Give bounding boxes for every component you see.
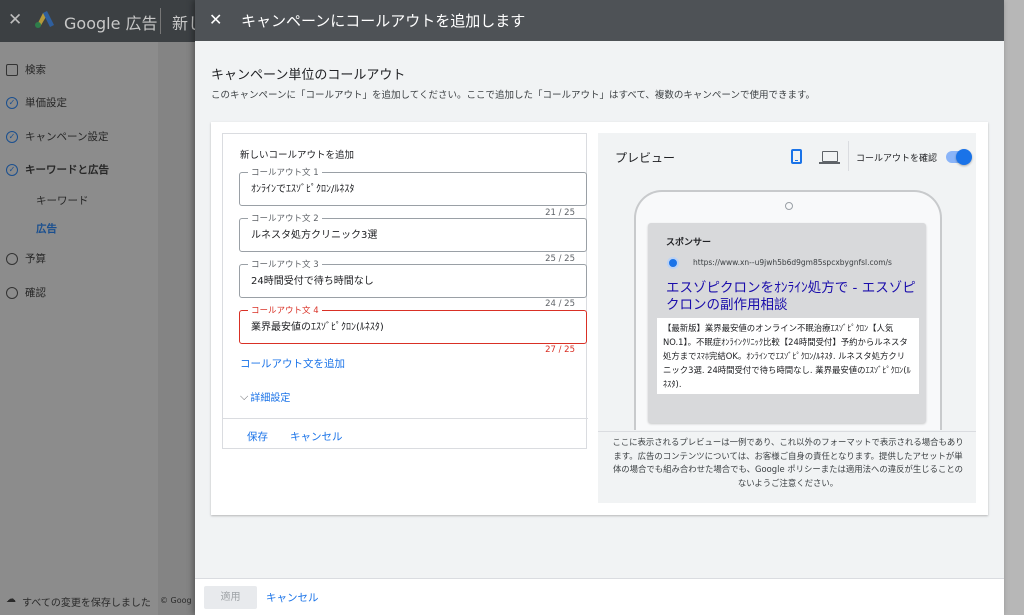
empty-circle-icon [6, 286, 18, 299]
preview-disclaimer: ここに表示されるプレビューは一例であり、これ以外のフォーマットで表示される場合も… [598, 431, 976, 503]
globe-icon [667, 257, 679, 269]
toggle-knob [956, 149, 972, 165]
preview-toolbar-divider [848, 141, 849, 171]
bg-copyright: © Goog [160, 596, 192, 605]
dialog-footer: 適用 キャンセル [195, 578, 1004, 615]
bg-sidebar-item-budget[interactable]: 予算 [6, 251, 46, 266]
check-circle-icon: ✓ [6, 163, 18, 176]
bg-title-divider [160, 8, 161, 34]
check-circle-icon: ✓ [6, 96, 18, 109]
advanced-settings-toggle[interactable]: ⌵ 詳細設定 [240, 389, 291, 405]
callout-field-4[interactable]: コールアウト文 4 [239, 304, 587, 344]
bg-sidebar-item-review[interactable]: 確認 [6, 285, 46, 300]
google-ads-logo-icon [35, 11, 54, 28]
callout-toggle-label: コールアウトを確認 [856, 154, 938, 164]
desktop-device-icon[interactable] [819, 151, 840, 164]
cancel-button[interactable]: キャンセル [290, 429, 343, 444]
empty-circle-icon [6, 252, 18, 265]
close-icon[interactable]: ✕ [209, 10, 222, 29]
phone-frame: スポンサー https://www.xn--u9jwh5b6d9gm85spcx… [634, 190, 942, 430]
bg-app-title: Google 広告 [64, 14, 158, 33]
bg-sidebar-item-bidding[interactable]: ✓ 単価設定 [6, 95, 67, 110]
preview-title: プレビュー [615, 151, 676, 165]
bg-sidebar-item-search[interactable]: 検索 [6, 62, 46, 77]
preview-panel: プレビュー コールアウトを確認 スポンサー https://www.xn--u9… [598, 133, 976, 503]
chevron-down-icon: ⌵ [240, 389, 249, 403]
bg-sidebar-item-ads[interactable]: 広告 [36, 221, 57, 236]
callout-field-4-label: コールアウト文 4 [248, 304, 322, 316]
bg-sidebar-item-campaign-settings[interactable]: ✓ キャンペーン設定 [6, 129, 108, 144]
callout-toggle[interactable] [946, 149, 972, 165]
callout-counter-4: 27 / 25 [545, 345, 575, 355]
bg-save-status: すべての変更を保存しました [22, 598, 151, 609]
bg-sidebar: 検索 ✓ 単価設定 ✓ キャンペーン設定 ✓ キーワードと広告 キーワード 広告… [0, 42, 158, 615]
section-description: このキャンペーンに「コールアウト」を追加してください。ここで追加した「コールアウ… [211, 90, 816, 101]
callout-card: 新しいコールアウトを追加 コールアウト文 1 21 / 25 コールアウト文 2… [211, 122, 988, 515]
bg-footer: ☁ すべての変更を保存しました © Goog [0, 588, 200, 615]
save-button[interactable]: 保存 [247, 429, 268, 444]
bg-sidebar-item-keywords-ads[interactable]: ✓ キーワードと広告 [6, 162, 109, 177]
dialog-cancel-button[interactable]: キャンセル [266, 590, 319, 605]
callout-field-1-label: コールアウト文 1 [248, 166, 322, 178]
callout-counter-1: 21 / 25 [545, 208, 575, 218]
dialog-title: キャンペーンにコールアウトを追加します [241, 12, 526, 30]
bg-scroll-edge [1004, 0, 1024, 615]
callout-field-2-label: コールアウト文 2 [248, 212, 322, 224]
section-title: キャンペーン単位のコールアウト [211, 68, 406, 83]
callout-field-3[interactable]: コールアウト文 3 [239, 258, 587, 298]
check-circle-icon: ✓ [6, 130, 18, 143]
search-square-icon [6, 63, 18, 76]
callout-field-3-label: コールアウト文 3 [248, 258, 322, 270]
dialog-header: ✕ キャンペーンにコールアウトを追加します [195, 0, 1004, 41]
mobile-device-icon[interactable] [791, 149, 802, 164]
apply-button[interactable]: 適用 [204, 586, 257, 609]
form-divider [223, 418, 588, 419]
ad-display-url: https://www.xn--u9jwh5b6d9gm85spcxbygnfs… [693, 258, 892, 267]
advanced-settings-label: 詳細設定 [250, 393, 291, 404]
callout-input-1[interactable] [251, 182, 571, 193]
callout-dialog: ✕ キャンペーンにコールアウトを追加します キャンペーン単位のコールアウト この… [195, 0, 1004, 615]
callout-counter-3: 24 / 25 [545, 299, 575, 309]
ad-sponsor-label: スポンサー [666, 238, 712, 248]
cloud-saved-icon: ☁ [6, 594, 16, 605]
callout-input-2[interactable] [251, 228, 571, 239]
ad-description: 【最新版】業界最安値のオンライン不眠治療ｴｽｿﾞﾋﾟｸﾛﾝ【人気NO.1】。不眠… [657, 318, 919, 394]
callout-field-2[interactable]: コールアウト文 2 [239, 212, 587, 252]
ad-headline: エスゾピクロンをｵﾝﾗｲﾝ処方で - エスゾピクロンの副作用相談 [666, 280, 916, 313]
phone-camera [785, 202, 793, 210]
callout-input-3[interactable] [251, 274, 571, 285]
bg-close-icon[interactable]: ✕ [8, 10, 22, 30]
add-callout-link[interactable]: コールアウト文を追加 [240, 356, 345, 371]
callout-input-4[interactable] [251, 320, 571, 331]
bg-sidebar-item-keywords[interactable]: キーワード [36, 193, 89, 208]
callout-counter-2: 25 / 25 [545, 254, 575, 264]
callout-field-1[interactable]: コールアウト文 1 [239, 166, 587, 206]
callout-form: 新しいコールアウトを追加 コールアウト文 1 21 / 25 コールアウト文 2… [222, 133, 588, 449]
ad-preview: スポンサー https://www.xn--u9jwh5b6d9gm85spcx… [648, 223, 926, 423]
form-title: 新しいコールアウトを追加 [240, 150, 355, 161]
